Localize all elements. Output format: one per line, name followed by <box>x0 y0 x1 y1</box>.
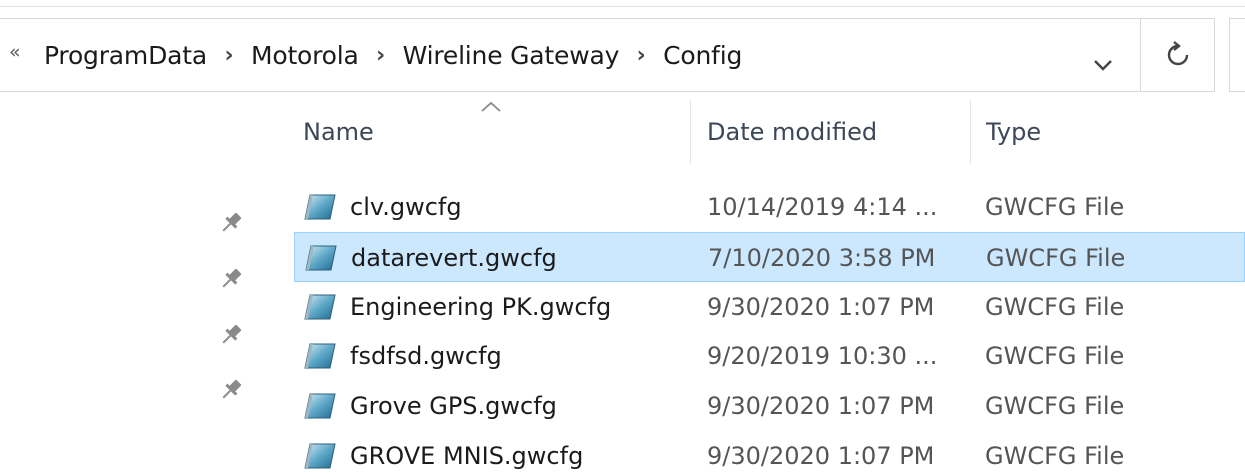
chevron-down-icon <box>1094 60 1112 71</box>
chevrons-left-icon[interactable]: « <box>9 41 21 63</box>
chevron-right-icon[interactable]: › <box>359 43 403 68</box>
refresh-icon <box>1167 41 1188 66</box>
pin-icon[interactable] <box>218 210 244 236</box>
file-name: Engineering PK.gwcfg <box>350 292 612 321</box>
file-name: fsdfsd.gwcfg <box>350 342 502 371</box>
file-name: datarevert.gwcfg <box>351 243 557 272</box>
gwcfg-file-icon <box>304 343 336 369</box>
column-divider[interactable] <box>690 100 691 164</box>
file-type: GWCFG File <box>985 193 1125 221</box>
search-box[interactable] <box>1229 18 1245 92</box>
address-history-dropdown-button[interactable] <box>1070 37 1136 93</box>
file-name: Grove GPS.gwcfg <box>350 392 557 421</box>
file-row[interactable]: Grove GPS.gwcfg 9/30/2020 1:07 PM GWCFG … <box>294 381 1245 431</box>
pin-icon[interactable] <box>218 377 244 403</box>
file-row[interactable]: fsdfsd.gwcfg 9/20/2019 10:30 ... GWCFG F… <box>294 331 1245 381</box>
file-row[interactable]: clv.gwcfg 10/14/2019 4:14 ... GWCFG File <box>294 182 1245 232</box>
file-name: GROVE MNIS.gwcfg <box>350 442 584 470</box>
pin-icon[interactable] <box>218 322 244 348</box>
pin-icon[interactable] <box>218 266 244 292</box>
top-divider <box>0 6 1245 7</box>
column-header-name[interactable]: Name <box>303 118 374 146</box>
chevron-right-icon[interactable]: › <box>207 43 251 68</box>
file-type: GWCFG File <box>986 243 1126 272</box>
gwcfg-file-icon <box>305 245 337 271</box>
breadcrumb-motorola[interactable]: Motorola <box>251 41 359 70</box>
file-date-modified: 9/20/2019 10:30 ... <box>707 342 938 371</box>
column-divider[interactable] <box>970 100 971 164</box>
file-row[interactable]: GROVE MNIS.gwcfg 9/30/2020 1:07 PM GWCFG… <box>294 431 1245 475</box>
gwcfg-file-icon <box>304 443 336 469</box>
file-date-modified: 9/30/2020 1:07 PM <box>707 392 935 421</box>
address-bar[interactable]: « ProgramData › Motorola › Wireline Gate… <box>0 18 1140 92</box>
file-date-modified: 7/10/2020 3:58 PM <box>708 243 936 272</box>
file-date-modified: 9/30/2020 1:07 PM <box>707 292 935 321</box>
sort-ascending-caret-icon <box>481 101 501 112</box>
file-row[interactable]: datarevert.gwcfg 7/10/2020 3:58 PM GWCFG… <box>294 231 1245 282</box>
refresh-button[interactable] <box>1140 18 1215 92</box>
breadcrumb: ProgramData › Motorola › Wireline Gatewa… <box>44 37 742 73</box>
file-date-modified: 10/14/2019 4:14 ... <box>707 193 938 221</box>
file-type: GWCFG File <box>985 392 1125 421</box>
chevron-right-icon[interactable]: › <box>619 43 663 68</box>
file-type: GWCFG File <box>985 342 1125 371</box>
file-date-modified: 9/30/2020 1:07 PM <box>707 442 935 470</box>
file-type: GWCFG File <box>985 442 1125 470</box>
gwcfg-file-icon <box>304 393 336 419</box>
breadcrumb-programdata[interactable]: ProgramData <box>44 41 207 70</box>
column-header-type[interactable]: Type <box>986 118 1041 146</box>
file-type: GWCFG File <box>985 292 1125 321</box>
gwcfg-file-icon <box>304 194 336 220</box>
gwcfg-file-icon <box>304 294 336 320</box>
file-row[interactable]: Engineering PK.gwcfg 9/30/2020 1:07 PM G… <box>294 282 1245 332</box>
column-header-date-modified[interactable]: Date modified <box>707 118 877 146</box>
breadcrumb-config[interactable]: Config <box>663 41 742 70</box>
file-name: clv.gwcfg <box>350 193 462 221</box>
breadcrumb-wireline-gateway[interactable]: Wireline Gateway <box>403 41 620 70</box>
